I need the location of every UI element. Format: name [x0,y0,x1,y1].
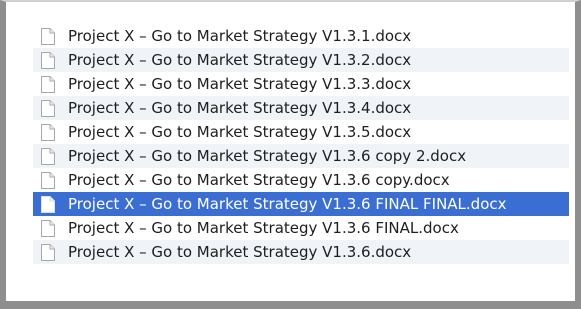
file-row[interactable]: Project X – Go to Market Strategy V1.3.6… [33,240,569,264]
document-icon [41,27,55,45]
file-row[interactable]: Project X – Go to Market Strategy V1.3.1… [33,24,569,48]
finder-window-frame: Project X – Go to Market Strategy V1.3.1… [0,0,581,309]
file-name: Project X – Go to Market Strategy V1.3.6… [68,147,467,165]
file-name: Project X – Go to Market Strategy V1.3.4… [68,99,412,117]
file-row[interactable]: Project X – Go to Market Strategy V1.3.2… [33,48,569,72]
document-icon [41,219,55,237]
file-row[interactable]: Project X – Go to Market Strategy V1.3.4… [33,96,569,120]
file-name: Project X – Go to Market Strategy V1.3.6… [68,219,459,237]
document-icon [41,171,55,189]
file-name: Project X – Go to Market Strategy V1.3.5… [68,123,412,141]
document-icon [41,195,55,213]
file-row[interactable]: Project X – Go to Market Strategy V1.3.6… [33,168,569,192]
file-row-selected[interactable]: Project X – Go to Market Strategy V1.3.6… [33,192,569,216]
file-name: Project X – Go to Market Strategy V1.3.2… [68,51,412,69]
document-icon [41,75,55,93]
file-name: Project X – Go to Market Strategy V1.3.3… [68,75,412,93]
document-icon [41,99,55,117]
file-row[interactable]: Project X – Go to Market Strategy V1.3.6… [33,144,569,168]
document-icon [41,243,55,261]
file-name: Project X – Go to Market Strategy V1.3.6… [68,171,450,189]
file-name: Project X – Go to Market Strategy V1.3.6… [68,243,412,261]
document-icon [41,123,55,141]
document-icon [41,51,55,69]
file-row[interactable]: Project X – Go to Market Strategy V1.3.3… [33,72,569,96]
file-name: Project X – Go to Market Strategy V1.3.6… [68,195,507,213]
file-list: Project X – Go to Market Strategy V1.3.1… [33,24,569,264]
file-row[interactable]: Project X – Go to Market Strategy V1.3.5… [33,120,569,144]
document-icon [41,147,55,165]
file-row[interactable]: Project X – Go to Market Strategy V1.3.6… [33,216,569,240]
file-name: Project X – Go to Market Strategy V1.3.1… [68,27,412,45]
